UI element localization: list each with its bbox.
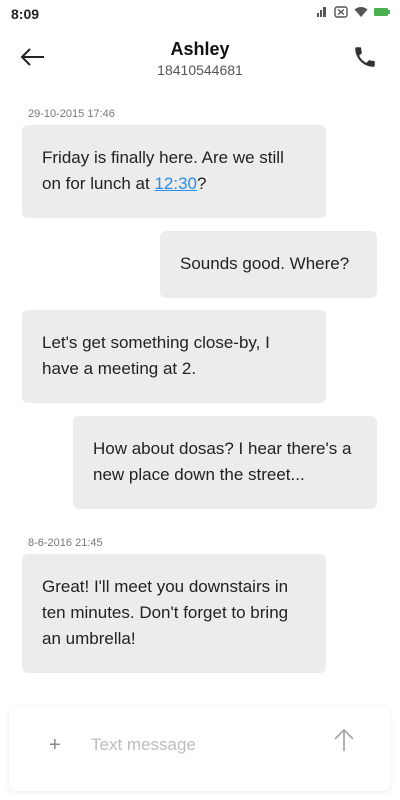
timestamp: 29-10-2015 17:46 (28, 108, 115, 120)
sim-off-icon (334, 6, 348, 18)
wifi-icon (354, 7, 368, 17)
message-composer: + (9, 707, 390, 791)
arrow-up-icon[interactable] (332, 727, 356, 753)
phone-icon[interactable] (352, 44, 378, 70)
message-bubble-outgoing[interactable]: How about dosas? I hear there's a new pl… (73, 416, 377, 509)
attach-button[interactable]: + (49, 733, 61, 757)
timestamp: 8-6-2016 21:45 (28, 537, 103, 549)
message-text: How about dosas? I hear there's a new pl… (93, 439, 352, 484)
message-text: Let's get something close-by, I have a m… (42, 333, 270, 378)
contact-number: 18410544681 (157, 62, 243, 78)
message-text: Friday is finally here. Are we still on f… (42, 148, 284, 193)
message-text: Sounds good. Where? (180, 254, 350, 273)
message-bubble-incoming[interactable]: Great! I'll meet you downstairs in ten m… (22, 554, 326, 673)
time-link[interactable]: 12:30 (154, 174, 197, 193)
message-bubble-outgoing[interactable]: Sounds good. Where? (160, 231, 377, 298)
contact-name: Ashley (170, 39, 230, 59)
message-text: Great! I'll meet you downstairs in ten m… (42, 577, 289, 648)
arrow-left-icon[interactable] (18, 44, 48, 70)
conversation-header: Ashley 18410544681 (0, 34, 400, 84)
signal-icon (317, 7, 326, 17)
message-bubble-incoming[interactable]: Let's get something close-by, I have a m… (22, 310, 326, 403)
status-icons (316, 6, 390, 18)
contact-info: Ashley 18410544681 (100, 38, 300, 79)
message-input[interactable] (91, 729, 311, 761)
battery-icon (374, 8, 390, 16)
status-bar: 8:09 (0, 0, 400, 28)
status-time: 8:09 (11, 6, 40, 22)
message-bubble-incoming[interactable]: Friday is finally here. Are we still on f… (22, 125, 326, 218)
